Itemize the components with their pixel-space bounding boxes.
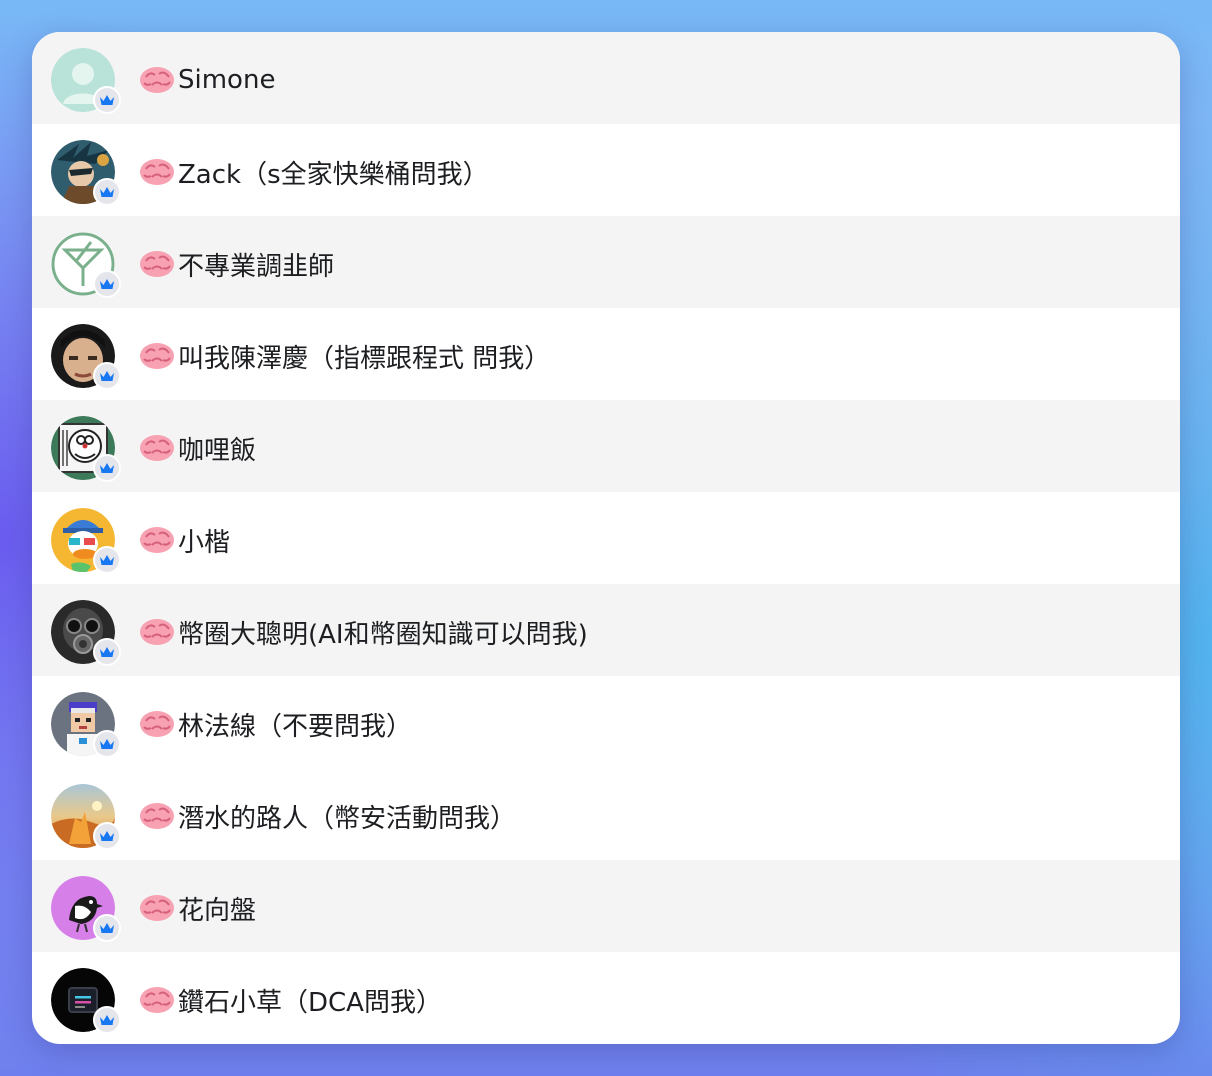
- member-row[interactable]: Zack（s全家快樂桶問我）: [32, 124, 1180, 216]
- brain-emoji-icon: [140, 343, 174, 369]
- member-name[interactable]: 林法線（不要問我）: [138, 704, 412, 744]
- member-list: Simone Zack（s全家快樂桶問我） 不專業調韭師 叫我陳澤慶（指標跟程式…: [32, 32, 1180, 1044]
- crown-badge: [93, 822, 121, 850]
- brain-emoji-icon: [140, 803, 174, 829]
- brain-emoji-icon: [140, 987, 174, 1013]
- member-name-text: 林法線（不要問我）: [178, 711, 413, 742]
- avatar[interactable]: [51, 140, 121, 206]
- crown-badge: [93, 362, 121, 390]
- crown-badge: [93, 914, 121, 942]
- crown-badge: [93, 454, 121, 482]
- crown-icon: [100, 187, 114, 197]
- brain-emoji-icon: [140, 711, 174, 737]
- member-row[interactable]: 咖哩飯: [32, 400, 1180, 492]
- crown-badge: [93, 730, 121, 758]
- member-name[interactable]: 鑽石小草（DCA問我）: [138, 980, 442, 1020]
- crown-icon: [100, 555, 114, 565]
- crown-icon: [100, 831, 114, 841]
- member-row[interactable]: Simone: [32, 32, 1180, 124]
- member-name-text: Simone: [178, 65, 276, 95]
- member-name-text: 鑽石小草（DCA問我）: [178, 987, 442, 1018]
- crown-badge: [93, 638, 121, 666]
- member-name[interactable]: Zack（s全家快樂桶問我）: [138, 152, 489, 192]
- member-name[interactable]: 潛水的路人（幣安活動問我）: [138, 796, 516, 836]
- crown-icon: [100, 923, 114, 933]
- member-name[interactable]: 不專業調韭師: [138, 244, 334, 284]
- crown-badge: [93, 1006, 121, 1034]
- avatar[interactable]: [51, 508, 121, 574]
- member-name[interactable]: 花向盤: [138, 888, 256, 928]
- crown-icon: [100, 279, 114, 289]
- member-name-text: 花向盤: [178, 895, 257, 926]
- member-row[interactable]: 幣圈大聰明(AI和幣圈知識可以問我): [32, 584, 1180, 676]
- crown-badge: [93, 86, 121, 114]
- crown-badge: [93, 546, 121, 574]
- crown-icon: [100, 739, 114, 749]
- crown-badge: [93, 178, 121, 206]
- member-name-text: 幣圈大聰明(AI和幣圈知識可以問我): [178, 619, 588, 650]
- member-name[interactable]: Simone: [138, 60, 275, 100]
- crown-badge: [93, 270, 121, 298]
- crown-icon: [100, 463, 114, 473]
- brain-emoji-icon: [140, 251, 174, 277]
- member-row[interactable]: 花向盤: [32, 860, 1180, 952]
- avatar[interactable]: [51, 784, 121, 850]
- member-row[interactable]: 叫我陳澤慶（指標跟程式 問我）: [32, 308, 1180, 400]
- member-name-text: 潛水的路人（幣安活動問我）: [178, 803, 517, 834]
- avatar[interactable]: [51, 48, 121, 114]
- brain-emoji-icon: [140, 435, 174, 461]
- brain-emoji-icon: [140, 895, 174, 921]
- member-row[interactable]: 潛水的路人（幣安活動問我）: [32, 768, 1180, 860]
- member-name-text: Zack（s全家快樂桶問我）: [178, 159, 489, 190]
- member-row[interactable]: 不專業調韭師: [32, 216, 1180, 308]
- avatar[interactable]: [51, 876, 121, 942]
- avatar[interactable]: [51, 232, 121, 298]
- crown-icon: [100, 371, 114, 381]
- brain-emoji-icon: [140, 67, 174, 93]
- member-name-text: 不專業調韭師: [178, 251, 335, 282]
- crown-icon: [100, 1015, 114, 1025]
- member-row[interactable]: 小楷: [32, 492, 1180, 584]
- member-name[interactable]: 咖哩飯: [138, 428, 256, 468]
- avatar[interactable]: [51, 692, 121, 758]
- member-row[interactable]: 鑽石小草（DCA問我）: [32, 952, 1180, 1044]
- member-name-text: 叫我陳澤慶（指標跟程式 問我）: [178, 343, 551, 374]
- avatar[interactable]: [51, 600, 121, 666]
- avatar[interactable]: [51, 416, 121, 482]
- crown-icon: [100, 647, 114, 657]
- brain-emoji-icon: [140, 619, 174, 645]
- member-row[interactable]: 林法線（不要問我）: [32, 676, 1180, 768]
- member-name-text: 小楷: [178, 527, 231, 558]
- avatar[interactable]: [51, 324, 121, 390]
- member-name[interactable]: 叫我陳澤慶（指標跟程式 問我）: [138, 336, 550, 376]
- member-name-text: 咖哩飯: [178, 435, 257, 466]
- crown-icon: [100, 95, 114, 105]
- avatar[interactable]: [51, 968, 121, 1034]
- brain-emoji-icon: [140, 159, 174, 185]
- member-name[interactable]: 小楷: [138, 520, 230, 560]
- member-name[interactable]: 幣圈大聰明(AI和幣圈知識可以問我): [138, 612, 588, 652]
- brain-emoji-icon: [140, 527, 174, 553]
